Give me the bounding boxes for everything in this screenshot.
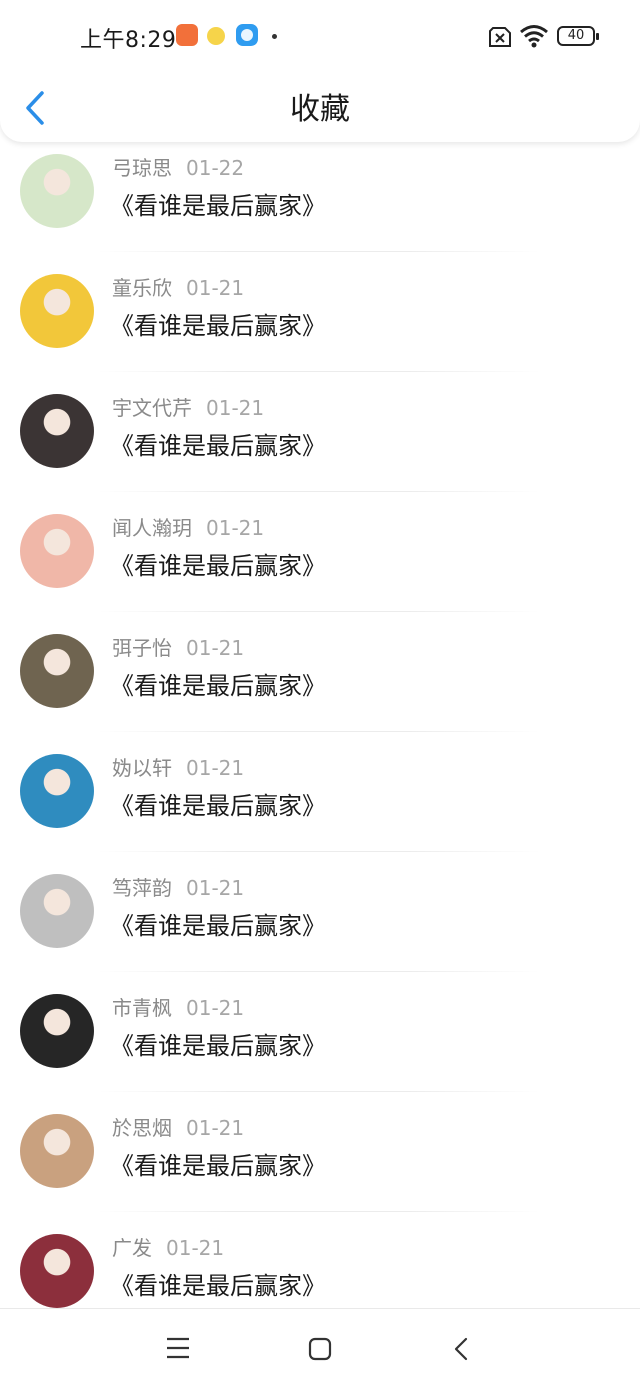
avatar[interactable] [20, 994, 94, 1068]
author-name: 於思烟 [112, 1116, 172, 1140]
back-triangle-icon[interactable] [452, 1337, 470, 1361]
avatar[interactable] [20, 874, 94, 948]
avatar[interactable] [20, 514, 94, 588]
author-line: 妫以轩 01-21 [112, 752, 244, 781]
home-square-icon[interactable] [308, 1337, 332, 1361]
list-item[interactable]: 於思烟 01-21 《看谁是最后赢家》 [0, 1092, 640, 1212]
list-item[interactable]: 童乐欣 01-21 《看谁是最后赢家》 [0, 252, 640, 372]
list-item[interactable]: 妫以轩 01-21 《看谁是最后赢家》 [0, 732, 640, 852]
author-line: 弓琼思 01-22 [112, 152, 244, 181]
system-nav-bar [0, 1308, 640, 1388]
article-title[interactable]: 《看谁是最后赢家》 [110, 1146, 326, 1181]
author-name: 弓琼思 [112, 156, 172, 180]
author-line: 广发 01-21 [112, 1232, 224, 1261]
wifi-icon [520, 25, 548, 48]
post-date: 01-21 [186, 756, 245, 780]
avatar[interactable] [20, 274, 94, 348]
avatar[interactable] [20, 1234, 94, 1308]
avatar[interactable] [20, 754, 94, 828]
author-name: 市青枫 [112, 996, 172, 1020]
author-line: 笃萍韵 01-21 [112, 872, 244, 901]
page-title: 收藏 [290, 92, 350, 127]
author-name: 闻人瀚玥 [112, 516, 192, 540]
article-title[interactable]: 《看谁是最后赢家》 [110, 666, 326, 701]
menu-icon[interactable] [166, 1337, 190, 1359]
status-time: 上午8:29 [80, 28, 177, 53]
notification-dot-icon [272, 34, 277, 39]
blue-app-icon [236, 24, 258, 46]
sim-off-icon [489, 27, 511, 47]
author-name: 妫以轩 [112, 756, 172, 780]
list-item[interactable]: 笃萍韵 01-21 《看谁是最后赢家》 [0, 852, 640, 972]
author-line: 闻人瀚玥 01-21 [112, 512, 264, 541]
article-title[interactable]: 《看谁是最后赢家》 [110, 186, 326, 221]
avatar[interactable] [20, 634, 94, 708]
status-bar: 上午8:29 40 [0, 0, 640, 72]
orange-app-icon [176, 24, 198, 46]
post-date: 01-22 [186, 156, 245, 180]
avatar[interactable] [20, 1114, 94, 1188]
list-item[interactable]: 市青枫 01-21 《看谁是最后赢家》 [0, 972, 640, 1092]
article-title[interactable]: 《看谁是最后赢家》 [110, 546, 326, 581]
article-title[interactable]: 《看谁是最后赢家》 [110, 1026, 326, 1061]
author-line: 宇文代芹 01-21 [112, 392, 264, 421]
list-item[interactable]: 闻人瀚玥 01-21 《看谁是最后赢家》 [0, 492, 640, 612]
author-name: 宇文代芹 [112, 396, 192, 420]
article-title[interactable]: 《看谁是最后赢家》 [110, 1266, 326, 1301]
author-name: 笃萍韵 [112, 876, 172, 900]
post-date: 01-21 [166, 1236, 225, 1260]
avatar[interactable] [20, 394, 94, 468]
author-name: 弭子怡 [112, 636, 172, 660]
author-line: 童乐欣 01-21 [112, 272, 244, 301]
list-item[interactable]: 宇文代芹 01-21 《看谁是最后赢家》 [0, 372, 640, 492]
list-item[interactable]: 弭子怡 01-21 《看谁是最后赢家》 [0, 612, 640, 732]
post-date: 01-21 [206, 516, 265, 540]
avatar[interactable] [20, 154, 94, 228]
post-date: 01-21 [186, 876, 245, 900]
post-date: 01-21 [186, 636, 245, 660]
article-title[interactable]: 《看谁是最后赢家》 [110, 426, 326, 461]
battery-icon: 40 [557, 26, 599, 46]
author-line: 市青枫 01-21 [112, 992, 244, 1021]
article-title[interactable]: 《看谁是最后赢家》 [110, 906, 326, 941]
author-name: 广发 [112, 1236, 152, 1260]
yellow-app-icon [207, 27, 225, 45]
author-line: 於思烟 01-21 [112, 1112, 244, 1141]
post-date: 01-21 [186, 276, 245, 300]
author-line: 弭子怡 01-21 [112, 632, 244, 661]
list-item[interactable]: 弓琼思 01-22 《看谁是最后赢家》 [0, 132, 640, 252]
article-title[interactable]: 《看谁是最后赢家》 [110, 306, 326, 341]
post-date: 01-21 [186, 996, 245, 1020]
top-header: 上午8:29 40 收藏 [0, 0, 640, 142]
author-name: 童乐欣 [112, 276, 172, 300]
article-title[interactable]: 《看谁是最后赢家》 [110, 786, 326, 821]
post-date: 01-21 [206, 396, 265, 420]
post-date: 01-21 [186, 1116, 245, 1140]
